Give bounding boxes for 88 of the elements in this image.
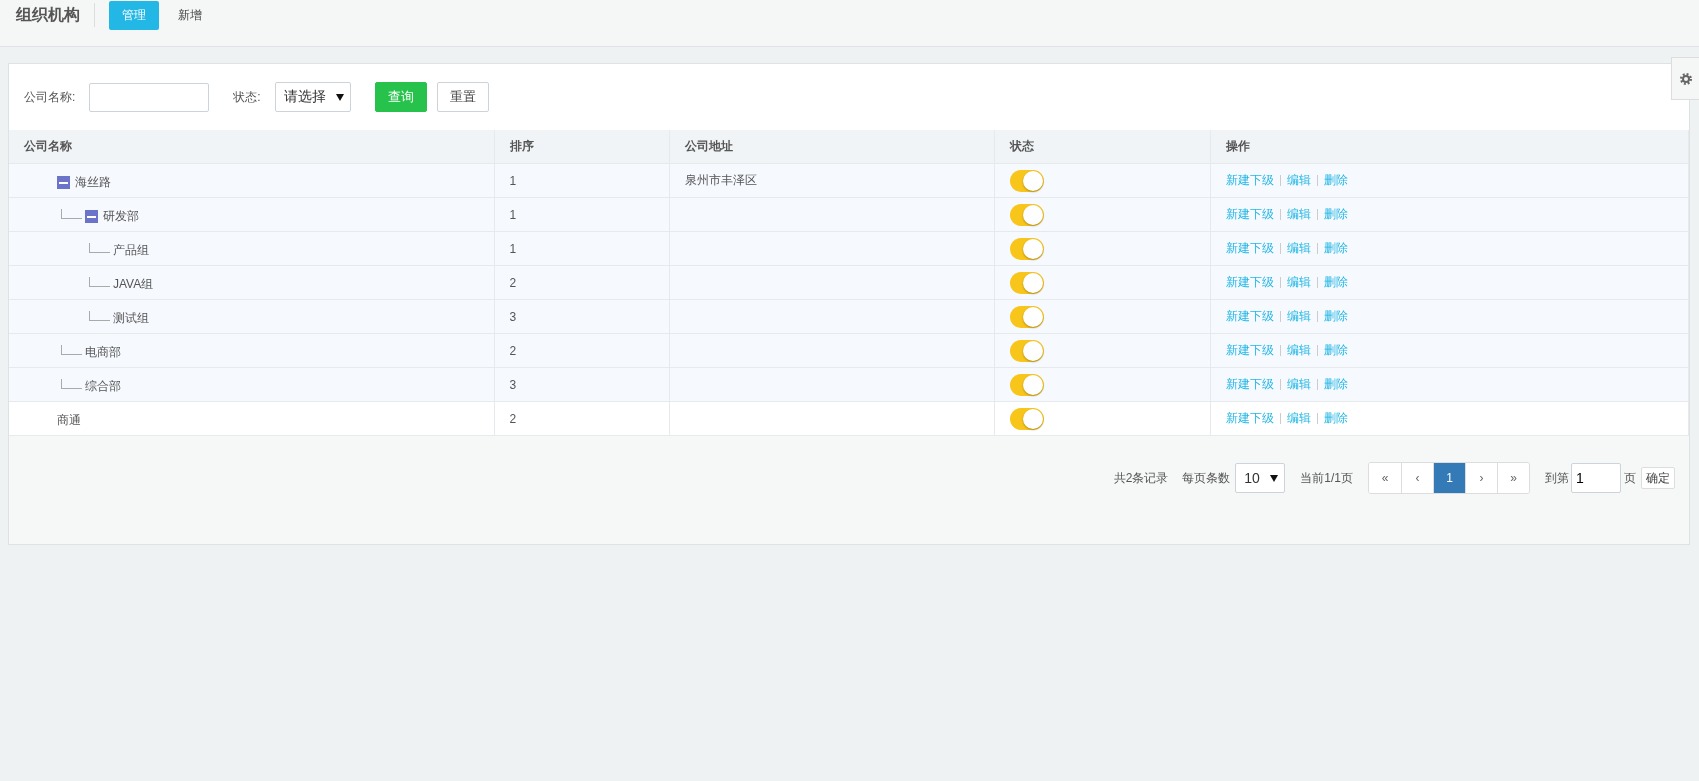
page-size-select[interactable]: 10: [1235, 463, 1286, 493]
status-toggle[interactable]: [1009, 169, 1044, 192]
action-link[interactable]: 删除: [1323, 241, 1348, 255]
page-button[interactable]: 1: [1433, 463, 1465, 493]
action-link[interactable]: 编辑: [1286, 275, 1311, 289]
action-link[interactable]: 编辑: [1286, 411, 1311, 425]
page-size-label: 每页条数: [1182, 469, 1231, 487]
action-link[interactable]: 编辑: [1286, 377, 1311, 391]
action-link[interactable]: 新建下级: [1225, 377, 1274, 391]
action-link[interactable]: 编辑: [1286, 309, 1311, 323]
column-header: 状态: [1009, 139, 1034, 153]
confirm-button[interactable]: 确定: [1641, 467, 1675, 489]
settings-button[interactable]: [1671, 57, 1699, 100]
company-name: 电商部: [85, 344, 121, 361]
column-header: 公司名称: [24, 139, 72, 153]
company-name: 产品组: [113, 242, 149, 259]
dropdown-caret-icon: [1270, 474, 1279, 482]
action-link[interactable]: 删除: [1323, 207, 1348, 221]
action-link[interactable]: 新建下级: [1225, 275, 1274, 289]
page-button[interactable]: «: [1369, 463, 1401, 493]
current-page-info: 当前1/1页: [1300, 469, 1353, 487]
action-link[interactable]: 新建下级: [1225, 207, 1274, 221]
company-name: 测试组: [113, 310, 149, 327]
action-link[interactable]: 删除: [1323, 309, 1348, 323]
table-cell: 3: [509, 309, 517, 324]
table-cell: 1: [509, 241, 517, 256]
action-link[interactable]: 新建下级: [1225, 411, 1274, 425]
search-button[interactable]: 查询: [374, 82, 427, 112]
company-name: 研发部: [103, 208, 139, 225]
table-cell: 2: [509, 275, 517, 290]
company-name: 商通: [57, 412, 81, 429]
reset-button[interactable]: 重置: [436, 82, 489, 112]
page-unit-label: 页: [1624, 469, 1636, 487]
action-link[interactable]: 删除: [1323, 377, 1348, 391]
company-name: 综合部: [85, 378, 121, 395]
tree-connector: [89, 311, 110, 321]
goto-label: 到第: [1545, 469, 1569, 487]
table-cell: 1: [509, 207, 517, 222]
action-link[interactable]: 编辑: [1286, 207, 1311, 221]
action-link[interactable]: 编辑: [1286, 343, 1311, 357]
action-link[interactable]: 编辑: [1286, 241, 1311, 255]
page-button[interactable]: ‹: [1401, 463, 1433, 493]
action-link[interactable]: 删除: [1323, 173, 1348, 187]
action-link[interactable]: 新建下级: [1225, 343, 1274, 357]
tree-connector: [61, 379, 82, 389]
table-cell: 2: [509, 411, 517, 426]
page-button[interactable]: ›: [1465, 463, 1497, 493]
total-records: 共2条记录: [1113, 469, 1169, 487]
dropdown-caret-icon: [335, 93, 344, 101]
status-select[interactable]: 请选择: [274, 82, 351, 112]
action-link[interactable]: 新建下级: [1225, 309, 1274, 323]
column-header: 排序: [509, 139, 534, 153]
status-toggle[interactable]: [1009, 407, 1044, 430]
status-toggle[interactable]: [1009, 271, 1044, 294]
collapse-toggle[interactable]: [85, 210, 98, 223]
action-link[interactable]: 新建下级: [1225, 241, 1274, 255]
table-cell: 泉州市丰泽区: [684, 173, 757, 187]
page-title: 组织机构: [16, 4, 80, 25]
page-button[interactable]: »: [1497, 463, 1529, 493]
company-name: JAVA组: [113, 276, 154, 293]
table-cell: 3: [509, 377, 517, 392]
column-header: 公司地址: [684, 139, 733, 153]
table-cell: 2: [509, 343, 517, 358]
action-link[interactable]: 删除: [1323, 411, 1348, 425]
action-link[interactable]: 新建下级: [1225, 173, 1274, 187]
tab[interactable]: 新增: [165, 0, 215, 30]
status-toggle[interactable]: [1009, 339, 1044, 362]
action-link[interactable]: 删除: [1323, 275, 1348, 289]
table-cell: 1: [509, 173, 517, 188]
status-toggle[interactable]: [1009, 237, 1044, 260]
tree-connector: [89, 277, 110, 287]
status-label: 状态:: [233, 88, 261, 106]
status-toggle[interactable]: [1009, 305, 1044, 328]
action-link[interactable]: 删除: [1323, 343, 1348, 357]
page-input[interactable]: 1: [1571, 463, 1621, 493]
column-header: 操作: [1225, 139, 1250, 153]
tab[interactable]: 管理: [109, 0, 159, 30]
company-name-input[interactable]: [89, 82, 210, 112]
tree-connector: [89, 243, 110, 253]
tree-connector: [61, 345, 82, 355]
settings-icon: [1679, 72, 1692, 85]
status-toggle[interactable]: [1009, 203, 1044, 226]
status-toggle[interactable]: [1009, 373, 1044, 396]
company-name-label: 公司名称:: [24, 88, 76, 106]
action-link[interactable]: 编辑: [1286, 173, 1311, 187]
tree-connector: [61, 209, 82, 219]
collapse-toggle[interactable]: [57, 176, 70, 189]
company-name: 海丝路: [75, 174, 111, 191]
